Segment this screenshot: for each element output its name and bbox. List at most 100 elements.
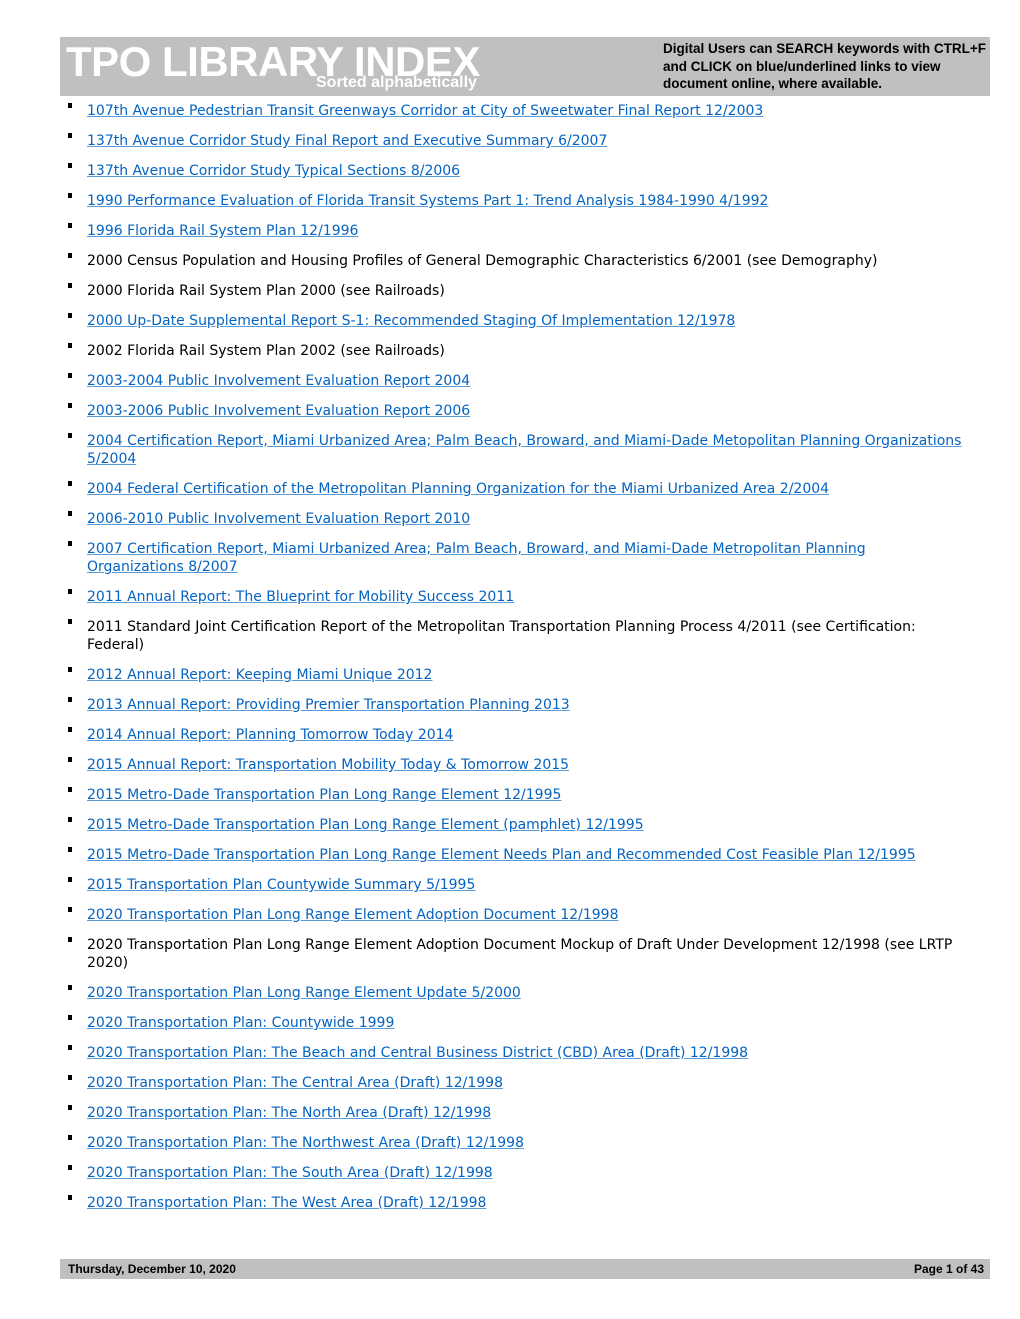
bullet-icon	[68, 727, 72, 732]
bullet-icon	[68, 985, 72, 990]
document-link[interactable]: 2011 Annual Report: The Blueprint for Mo…	[87, 589, 514, 605]
bullet-icon	[68, 1045, 72, 1050]
document-link[interactable]: 2015 Metro-Dade Transportation Plan Long…	[87, 817, 644, 833]
list-item: 2015 Annual Report: Transportation Mobil…	[66, 756, 966, 774]
list-item: 137th Avenue Corridor Study Final Report…	[66, 132, 966, 150]
document-link[interactable]: 2020 Transportation Plan: The South Area…	[87, 1165, 493, 1181]
list-item: 2015 Metro-Dade Transportation Plan Long…	[66, 816, 966, 834]
list-item: 2020 Transportation Plan: Countywide 199…	[66, 1014, 966, 1032]
list-item: 2004 Certification Report, Miami Urbaniz…	[66, 432, 966, 468]
document-link[interactable]: 2020 Transportation Plan Long Range Elem…	[87, 907, 619, 923]
page-number: Page 1 of 43	[913, 1262, 984, 1276]
bullet-icon	[68, 313, 72, 318]
bullet-icon	[68, 373, 72, 378]
list-item: 2003-2004 Public Involvement Evaluation …	[66, 372, 966, 390]
document-link[interactable]: 2000 Up-Date Supplemental Report S-1: Re…	[87, 313, 735, 329]
document-link[interactable]: 2004 Certification Report, Miami Urbaniz…	[87, 433, 961, 467]
bullet-icon	[68, 697, 72, 702]
bullet-icon	[68, 589, 72, 594]
list-item: 2011 Standard Joint Certification Report…	[66, 618, 966, 654]
list-item: 2020 Transportation Plan: The South Area…	[66, 1164, 966, 1182]
bullet-icon	[68, 541, 72, 546]
list-item: 1990 Performance Evaluation of Florida T…	[66, 192, 966, 210]
document-reference-text: 2020 Transportation Plan Long Range Elem…	[87, 937, 953, 971]
list-item: 107th Avenue Pedestrian Transit Greenway…	[66, 102, 966, 120]
bullet-icon	[68, 907, 72, 912]
footer-date: Thursday, December 10, 2020	[68, 1262, 236, 1276]
document-link[interactable]: 2006-2010 Public Involvement Evaluation …	[87, 511, 470, 527]
document-link[interactable]: 137th Avenue Corridor Study Typical Sect…	[87, 163, 460, 179]
bullet-icon	[68, 223, 72, 228]
bullet-icon	[68, 847, 72, 852]
bullet-icon	[68, 283, 72, 288]
list-item: 2015 Metro-Dade Transportation Plan Long…	[66, 846, 966, 864]
list-item: 2011 Annual Report: The Blueprint for Mo…	[66, 588, 966, 606]
document-link[interactable]: 2020 Transportation Plan: Countywide 199…	[87, 1015, 394, 1031]
list-item: 2000 Florida Rail System Plan 2000 (see …	[66, 282, 966, 300]
list-item: 2020 Transportation Plan: The Northwest …	[66, 1134, 966, 1152]
bullet-icon	[68, 757, 72, 762]
document-link[interactable]: 2003-2006 Public Involvement Evaluation …	[87, 403, 470, 419]
bullet-icon	[68, 937, 72, 942]
bullet-icon	[68, 1165, 72, 1170]
document-reference-text: 2000 Census Population and Housing Profi…	[87, 253, 878, 269]
bullet-icon	[68, 817, 72, 822]
list-item: 2020 Transportation Plan Long Range Elem…	[66, 984, 966, 1002]
document-link[interactable]: 107th Avenue Pedestrian Transit Greenway…	[87, 103, 763, 119]
document-link[interactable]: 2007 Certification Report, Miami Urbaniz…	[87, 541, 866, 575]
document-link[interactable]: 2015 Annual Report: Transportation Mobil…	[87, 757, 569, 773]
list-item: 2020 Transportation Plan: The Beach and …	[66, 1044, 966, 1062]
document-reference-text: 2000 Florida Rail System Plan 2000 (see …	[87, 283, 445, 299]
bullet-icon	[68, 481, 72, 486]
document-link[interactable]: 2020 Transportation Plan: The West Area …	[87, 1195, 486, 1211]
document-link[interactable]: 2015 Transportation Plan Countywide Summ…	[87, 877, 475, 893]
page-footer: Thursday, December 10, 2020 Page 1 of 43	[60, 1259, 990, 1279]
bullet-icon	[68, 433, 72, 438]
list-item: 2007 Certification Report, Miami Urbaniz…	[66, 540, 966, 576]
list-item: 2020 Transportation Plan: The North Area…	[66, 1104, 966, 1122]
list-item: 2020 Transportation Plan: The West Area …	[66, 1194, 966, 1212]
bullet-icon	[68, 193, 72, 198]
document-link[interactable]: 2020 Transportation Plan: The North Area…	[87, 1105, 491, 1121]
list-item: 2020 Transportation Plan Long Range Elem…	[66, 936, 966, 972]
document-link[interactable]: 2015 Metro-Dade Transportation Plan Long…	[87, 847, 916, 863]
bullet-icon	[68, 1075, 72, 1080]
list-item: 2020 Transportation Plan Long Range Elem…	[66, 906, 966, 924]
list-item: 1996 Florida Rail System Plan 12/1996	[66, 222, 966, 240]
bullet-icon	[68, 787, 72, 792]
bullet-icon	[68, 511, 72, 516]
document-reference-text: 2011 Standard Joint Certification Report…	[87, 619, 916, 653]
list-item: 2000 Up-Date Supplemental Report S-1: Re…	[66, 312, 966, 330]
document-link[interactable]: 2020 Transportation Plan: The Northwest …	[87, 1135, 524, 1151]
list-item: 2012 Annual Report: Keeping Miami Unique…	[66, 666, 966, 684]
document-reference-text: 2002 Florida Rail System Plan 2002 (see …	[87, 343, 445, 359]
document-link[interactable]: 1996 Florida Rail System Plan 12/1996	[87, 223, 358, 239]
list-item: 2006-2010 Public Involvement Evaluation …	[66, 510, 966, 528]
list-item: 2004 Federal Certification of the Metrop…	[66, 480, 966, 498]
document-link[interactable]: 2004 Federal Certification of the Metrop…	[87, 481, 829, 497]
list-item: 2014 Annual Report: Planning Tomorrow To…	[66, 726, 966, 744]
document-link[interactable]: 2003-2004 Public Involvement Evaluation …	[87, 373, 470, 389]
document-link[interactable]: 2012 Annual Report: Keeping Miami Unique…	[87, 667, 432, 683]
document-link[interactable]: 2020 Transportation Plan Long Range Elem…	[87, 985, 521, 1001]
bullet-icon	[68, 103, 72, 108]
bullet-icon	[68, 1195, 72, 1200]
list-item: 137th Avenue Corridor Study Typical Sect…	[66, 162, 966, 180]
list-item: 2020 Transportation Plan: The Central Ar…	[66, 1074, 966, 1092]
list-item: 2015 Transportation Plan Countywide Summ…	[66, 876, 966, 894]
bullet-icon	[68, 163, 72, 168]
header-banner: TPO LIBRARY INDEX Sorted alphabetically …	[60, 37, 990, 96]
list-item: 2013 Annual Report: Providing Premier Tr…	[66, 696, 966, 714]
document-link[interactable]: 2020 Transportation Plan: The Central Ar…	[87, 1075, 503, 1091]
list-item: 2003-2006 Public Involvement Evaluation …	[66, 402, 966, 420]
bullet-icon	[68, 1105, 72, 1110]
document-link[interactable]: 137th Avenue Corridor Study Final Report…	[87, 133, 607, 149]
document-link[interactable]: 2015 Metro-Dade Transportation Plan Long…	[87, 787, 561, 803]
document-link[interactable]: 2014 Annual Report: Planning Tomorrow To…	[87, 727, 453, 743]
search-instructions: Digital Users can SEARCH keywords with C…	[663, 41, 986, 91]
list-item: 2002 Florida Rail System Plan 2002 (see …	[66, 342, 966, 360]
list-item: 2000 Census Population and Housing Profi…	[66, 252, 966, 270]
document-link[interactable]: 2013 Annual Report: Providing Premier Tr…	[87, 697, 570, 713]
document-link[interactable]: 2020 Transportation Plan: The Beach and …	[87, 1045, 748, 1061]
document-link[interactable]: 1990 Performance Evaluation of Florida T…	[87, 193, 768, 209]
